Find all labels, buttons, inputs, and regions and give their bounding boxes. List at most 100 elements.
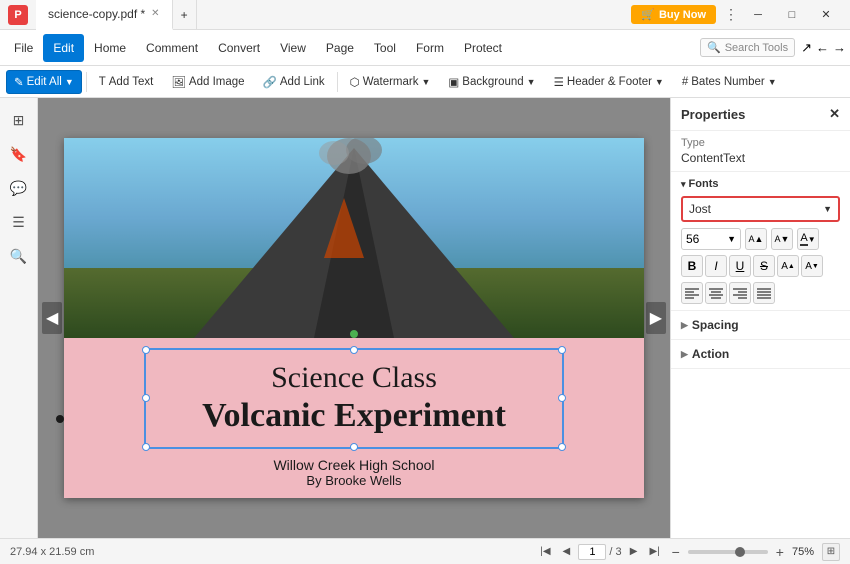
sidebar-item-fields[interactable]: ☰ [5, 208, 33, 236]
align-justify-button[interactable] [753, 282, 775, 304]
bates-number-button[interactable]: # Bates Number ▼ [674, 70, 785, 94]
handle-bm[interactable] [350, 443, 358, 451]
close-properties-icon[interactable]: ✕ [829, 106, 840, 122]
menu-page[interactable]: Page [316, 34, 364, 62]
sidebar-item-comments[interactable]: 💬 [5, 174, 33, 202]
align-left-button[interactable] [681, 282, 703, 304]
active-tab[interactable]: science-copy.pdf * ✕ [36, 0, 173, 30]
spacing-section-header[interactable]: ▶ Spacing [671, 311, 850, 339]
decrease-font-size-button[interactable]: A▼ [771, 228, 793, 250]
menu-view[interactable]: View [270, 34, 316, 62]
bold-button[interactable]: B [681, 255, 703, 277]
font-name-select[interactable]: Jost ▼ [681, 196, 840, 222]
action-section-header[interactable]: ▶ Action [671, 340, 850, 368]
zoom-in-button[interactable]: + [776, 544, 784, 560]
increase-font-size-button[interactable]: A▲ [745, 228, 767, 250]
canvas-area: ◀ ▶ ↗ [38, 98, 670, 538]
header-footer-button[interactable]: ☰ Header & Footer ▼ [546, 70, 672, 94]
first-page-button[interactable]: |◀ [536, 543, 554, 561]
tab-close-icon[interactable]: ✕ [151, 8, 159, 19]
menu-file[interactable]: File [4, 34, 43, 62]
menu-edit[interactable]: Edit [43, 34, 84, 62]
app-logo: P [8, 5, 28, 25]
align-center-button[interactable] [705, 282, 727, 304]
page-nav-right-arrow[interactable]: ▶ [646, 302, 666, 334]
zoom-slider[interactable] [688, 550, 768, 554]
handle-tr[interactable] [558, 346, 566, 354]
zoom-thumb [735, 547, 745, 557]
color-dropdown-icon: ▼ [808, 235, 816, 244]
handle-mr[interactable] [558, 394, 566, 402]
edit-all-button[interactable]: ✎ Edit All ▼ [6, 70, 82, 94]
forward-icon[interactable]: → [833, 40, 846, 55]
next-page-button[interactable]: ▶ [625, 543, 643, 561]
page-nav-left-arrow[interactable]: ◀ [42, 302, 62, 334]
new-tab-button[interactable]: + [173, 0, 197, 30]
underline-button[interactable]: U [729, 255, 751, 277]
menu-more-icon[interactable]: ⋮ [724, 6, 738, 23]
watermark-dropdown-icon: ▼ [422, 77, 431, 87]
subscript-button[interactable]: A▼ [801, 255, 823, 277]
back-icon[interactable]: ← [816, 40, 829, 55]
window-controls: ─ □ ✕ [742, 0, 842, 30]
maximize-button[interactable]: □ [776, 0, 808, 30]
handle-rotate[interactable] [350, 330, 358, 338]
handle-tl[interactable] [142, 346, 150, 354]
sidebar-item-thumbnails[interactable]: ⊞ [5, 106, 33, 134]
background-button[interactable]: ▣ Background ▼ [440, 70, 543, 94]
bates-icon: # [682, 76, 688, 88]
last-page-button[interactable]: ▶| [646, 543, 664, 561]
buy-now-button[interactable]: 🛒 Buy Now [631, 5, 716, 24]
statusbar: 27.94 x 21.59 cm |◀ ◀ / 3 ▶ ▶| − + 75% ⊞ [0, 538, 850, 564]
handle-br[interactable] [558, 443, 566, 451]
font-size-select[interactable]: 56 ▼ [681, 228, 741, 250]
page-total: 3 [615, 546, 621, 558]
add-image-button[interactable]: 🖼 Add Image [163, 70, 252, 94]
background-dropdown-icon: ▼ [527, 77, 536, 87]
pdf-image-area: ↗ [64, 138, 644, 338]
zoom-level: 75% [792, 546, 814, 558]
menu-form[interactable]: Form [406, 34, 454, 62]
menu-home[interactable]: Home [84, 34, 136, 62]
header-icon: ☰ [554, 75, 564, 89]
separator-2 [337, 72, 338, 92]
prev-page-button[interactable]: ◀ [557, 543, 575, 561]
menu-tool[interactable]: Tool [364, 34, 406, 62]
handle-bl[interactable] [142, 443, 150, 451]
handle-tm[interactable] [350, 346, 358, 354]
superscript-button[interactable]: A▲ [777, 255, 799, 277]
menu-protect[interactable]: Protect [454, 34, 512, 62]
type-section: Type ContentText [671, 131, 850, 172]
search-tools-input[interactable]: 🔍 Search Tools [700, 38, 795, 57]
separator-1 [86, 72, 87, 92]
align-right-button[interactable] [729, 282, 751, 304]
size-dropdown-icon: ▼ [727, 234, 736, 244]
font-size-row: 56 ▼ A▲ A▼ A ▼ [681, 228, 840, 250]
fonts-section-header: ▾ Fonts [681, 178, 840, 190]
zoom-out-button[interactable]: − [672, 544, 680, 560]
sidebar-item-bookmarks[interactable]: 🔖 [5, 140, 33, 168]
sidebar-item-search[interactable]: 🔍 [5, 242, 33, 270]
properties-panel: Properties ✕ Type ContentText ▾ Fonts Jo… [670, 98, 850, 538]
page-number-input[interactable] [578, 544, 606, 560]
pdf-content-area: Science Class Volcanic Experiment Willow… [64, 338, 644, 498]
handle-ml[interactable] [142, 394, 150, 402]
menu-comment[interactable]: Comment [136, 34, 208, 62]
type-label: Type [681, 137, 840, 149]
text-selection-box[interactable]: Science Class Volcanic Experiment [144, 348, 564, 449]
italic-button[interactable]: I [705, 255, 727, 277]
menu-convert[interactable]: Convert [208, 34, 270, 62]
strikethrough-button[interactable]: S [753, 255, 775, 277]
text-format-row: B I U S A▲ A▼ [681, 255, 840, 277]
search-icon: 🔍 [707, 41, 721, 54]
fit-page-button[interactable]: ⊞ [822, 543, 840, 561]
add-text-button[interactable]: T Add Text [91, 70, 162, 94]
background-icon: ▣ [448, 75, 459, 89]
properties-header: Properties ✕ [671, 98, 850, 131]
add-link-button[interactable]: 🔗 Add Link [255, 70, 333, 94]
font-color-button[interactable]: A ▼ [797, 228, 819, 250]
close-button[interactable]: ✕ [810, 0, 842, 30]
external-link-icon[interactable]: ↗ [801, 40, 812, 56]
minimize-button[interactable]: ─ [742, 0, 774, 30]
watermark-button[interactable]: ⬡ Watermark ▼ [342, 70, 439, 94]
